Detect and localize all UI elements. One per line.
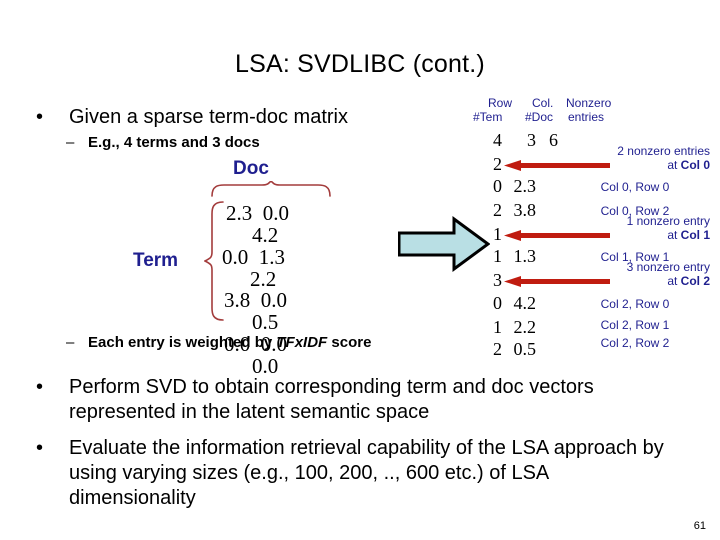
annotation-text-bold-wrap: at Col 0	[510, 158, 710, 172]
bullet-perform-svd: • Perform SVD to obtain corresponding te…	[36, 375, 636, 425]
bullet-dot-icon: •	[36, 376, 44, 398]
annotation-text-bold-wrap: at Col 1	[510, 228, 710, 242]
annotation-col-label: Col 1	[680, 228, 710, 242]
dash-icon: –	[66, 334, 75, 351]
annotation-prefix: at	[667, 158, 681, 172]
table-row: 4.2	[513, 293, 537, 313]
table-header-col-sub: #Doc	[525, 110, 554, 124]
table-header-row-sub: #Tem	[473, 110, 503, 124]
annotation-text: 1 nonzero entry	[626, 214, 710, 228]
table-row: 1	[493, 224, 502, 244]
table-row: 2.3	[513, 176, 537, 196]
annotation-col-label: Col 2	[680, 274, 710, 288]
subbullet-text: Each entry is weighted by TFxIDF score	[88, 333, 486, 352]
table-row: 4	[493, 130, 502, 150]
subbullet-text-italic: TFxIDF	[276, 334, 328, 351]
bullet-dot-icon: •	[36, 106, 44, 128]
table-row: 0	[493, 293, 502, 313]
subbullet-text-pre: Each entry is weighted by	[88, 334, 277, 351]
matrix-term-label: Term	[133, 250, 179, 271]
bullet-dot-icon: •	[36, 437, 44, 459]
table-header-nonzero: Nonzero	[566, 96, 612, 110]
annotation-text: Col 0, Row 0	[600, 180, 670, 194]
subbullet-text-post: score	[327, 334, 372, 351]
subbullet-text: E.g., 4 terms and 3 docs	[88, 134, 260, 151]
table-header-row: Row	[488, 96, 513, 110]
dash-icon: –	[66, 134, 75, 151]
bullet-text: Evaluate the information retrieval capab…	[69, 437, 664, 509]
matrix-doc-label: Doc	[233, 158, 269, 179]
annotation-text: 2 nonzero entries	[617, 144, 710, 158]
annotation-text: Col 2, Row 1	[600, 318, 670, 332]
annotation-text-bold-wrap: at Col 2	[510, 274, 710, 288]
subbullet-tfidf-weighting: – Each entry is weighted by TFxIDF score	[66, 333, 486, 352]
annotation-col-label: Col 0	[680, 158, 710, 172]
annotation-text: Col 2, Row 2	[600, 336, 670, 350]
subbullet-example-dimensions: – E.g., 4 terms and 3 docs	[66, 133, 366, 152]
bullet-text: Given a sparse term-doc matrix	[69, 106, 348, 128]
table-row: 2	[493, 339, 502, 359]
table-row: 2.2	[513, 317, 537, 337]
annotation-text: Col 2, Row 0	[600, 297, 670, 311]
bullet-given-sparse-matrix: • Given a sparse term-doc matrix	[36, 105, 436, 130]
bullet-evaluate-ir-capability: • Evaluate the information retrieval cap…	[36, 436, 676, 511]
table-header-col: Col.	[532, 96, 554, 110]
table-row: 3	[493, 270, 502, 290]
table-row: 0.5	[513, 339, 537, 359]
table-row: 2	[493, 200, 502, 220]
table-row: 2	[493, 154, 502, 174]
annotation-prefix: at	[667, 228, 681, 242]
annotation-text: 3 nonzero entry	[626, 260, 710, 274]
left-brace-icon	[204, 201, 224, 321]
top-brace-icon	[211, 181, 331, 197]
table-row: 1	[493, 317, 502, 337]
bullet-text: Perform SVD to obtain corresponding term…	[69, 376, 594, 423]
annotation-prefix: at	[667, 274, 681, 288]
table-header-entries-sub: entries	[568, 110, 605, 124]
sparse-format-table: Row Col. Nonzero #Tem #Doc entries 4 3 6…	[462, 96, 720, 359]
page-title: LSA: SVDLIBC (cont.)	[235, 50, 485, 78]
term-doc-matrix-figure: Doc Term 2.3 0.0 4.2 0.0 1.3 2.2 3.8 0.0…	[130, 158, 360, 408]
page-number: 61	[693, 520, 706, 532]
table-row: 0	[493, 176, 502, 196]
table-row: 1	[493, 246, 502, 266]
slide-canvas: LSA: SVDLIBC (cont.) • Given a sparse te…	[0, 0, 720, 540]
